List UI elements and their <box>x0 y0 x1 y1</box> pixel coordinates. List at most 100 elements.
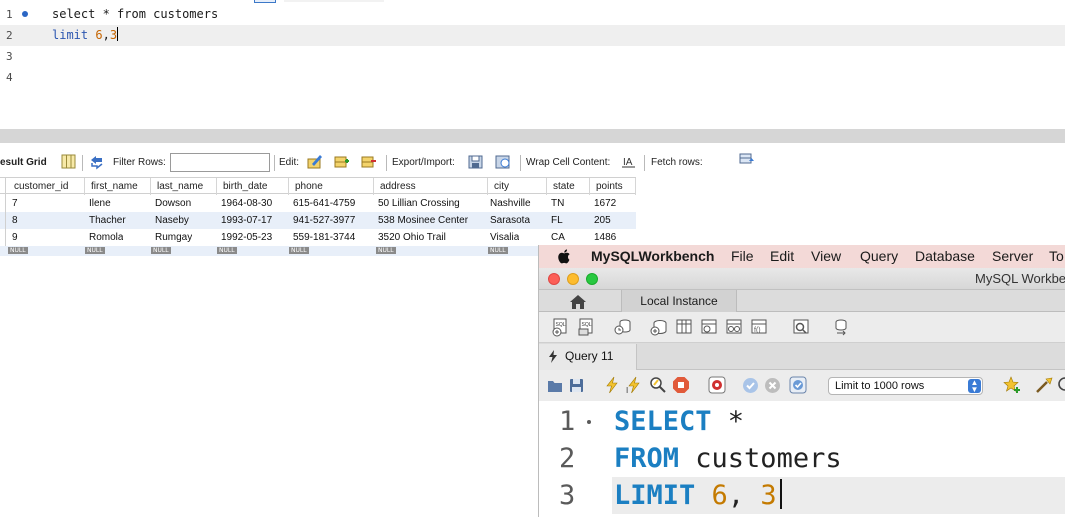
wrap-text-icon[interactable]: IA <box>620 153 637 170</box>
home-icon[interactable] <box>557 292 599 312</box>
create-view-icon[interactable] <box>699 317 719 337</box>
insert-row-icon[interactable] <box>333 153 350 170</box>
table-cell[interactable]: 1964-08-30 <box>217 195 272 212</box>
null-cell[interactable]: NULL <box>6 246 28 256</box>
fetch-next-icon[interactable] <box>738 151 755 168</box>
menu-database[interactable]: Database <box>915 245 975 268</box>
column-header[interactable]: last_name <box>151 178 217 195</box>
table-cell[interactable]: Thacher <box>85 212 126 229</box>
minimize-window-button[interactable] <box>567 273 579 285</box>
result-grid-label[interactable]: esult Grid <box>0 157 47 168</box>
null-cell[interactable]: NULL <box>287 246 309 256</box>
create-table-icon[interactable] <box>674 317 694 337</box>
editor-line-2[interactable]: 2 limit 6,3 <box>0 25 1065 46</box>
null-cell[interactable]: NULL <box>374 246 396 256</box>
table-cell[interactable]: 1993-07-17 <box>217 212 272 229</box>
table-cell[interactable]: 8 <box>8 212 18 229</box>
filter-rows-input[interactable] <box>170 153 270 172</box>
table-cell[interactable]: 615-641-4759 <box>289 195 355 212</box>
export-icon[interactable] <box>467 153 484 170</box>
workbench-editor-line-3[interactable]: 3 LIMIT 6, 3 <box>539 477 1065 514</box>
explain-icon[interactable] <box>649 376 667 394</box>
panel-splitter[interactable] <box>0 129 1065 143</box>
open-folder-icon[interactable] <box>547 378 564 393</box>
table-cell[interactable]: 205 <box>590 212 611 229</box>
close-window-button[interactable] <box>548 273 560 285</box>
open-sql-script-icon[interactable]: SQL <box>577 317 597 337</box>
column-header[interactable]: state <box>547 178 590 195</box>
reconnect-icon[interactable] <box>831 317 851 337</box>
null-cell[interactable]: NULL <box>83 246 105 256</box>
workbench-editor-line-1[interactable]: 1 SELECT * <box>539 403 1065 440</box>
window-title-bar[interactable]: MySQL Workbe <box>539 268 1065 290</box>
table-row[interactable]: 9 Romola Rumgay 1992-05-23 559-181-3744 … <box>0 229 636 246</box>
table-cell[interactable]: 1672 <box>590 195 616 212</box>
menu-server[interactable]: Server <box>992 245 1033 268</box>
table-cell[interactable]: 3520 Ohio Trail <box>374 229 446 246</box>
toggle-stop-on-error-icon[interactable] <box>708 376 726 394</box>
table-cell[interactable]: 50 Lillian Crossing <box>374 195 460 212</box>
stop-icon[interactable] <box>672 376 690 394</box>
table-row[interactable]: 8 Thacher Naseby 1993-07-17 941-527-3977… <box>0 212 636 229</box>
refresh-icon[interactable] <box>88 153 105 170</box>
table-cell[interactable]: 559-181-3744 <box>289 229 355 246</box>
column-header[interactable]: address <box>374 178 488 195</box>
editor-tab-indicator-secondary[interactable] <box>284 0 384 2</box>
autocommit-icon[interactable] <box>789 376 807 394</box>
limit-rows-select[interactable]: Limit to 1000 rows ▲ ▼ <box>828 377 983 395</box>
column-header[interactable]: city <box>488 178 547 195</box>
find-icon[interactable] <box>1057 376 1065 394</box>
table-cell[interactable]: Nashville <box>486 195 531 212</box>
table-cell[interactable]: TN <box>547 195 564 212</box>
edit-row-icon[interactable] <box>306 153 323 170</box>
apple-logo-icon[interactable] <box>558 249 572 264</box>
workbench-editor-line-2[interactable]: 2 FROM customers <box>539 440 1065 477</box>
editor-line-4[interactable]: 4 <box>0 67 1065 88</box>
table-cell[interactable]: CA <box>547 229 565 246</box>
search-table-data-icon[interactable] <box>791 317 811 337</box>
tab-local-instance[interactable]: Local Instance <box>621 290 737 312</box>
table-row[interactable]: 7 Ilene Dowson 1964-08-30 615-641-4759 5… <box>0 195 636 212</box>
column-header[interactable]: customer_id <box>8 178 85 195</box>
menu-edit[interactable]: Edit <box>770 245 794 268</box>
commit-icon[interactable] <box>742 377 759 394</box>
table-cell[interactable]: 1486 <box>590 229 616 246</box>
menu-query[interactable]: Query <box>860 245 898 268</box>
new-sql-tab-icon[interactable]: SQL <box>551 317 571 337</box>
menu-tools[interactable]: To <box>1049 245 1064 268</box>
zoom-window-button[interactable] <box>586 273 598 285</box>
grid-icon[interactable] <box>60 153 77 170</box>
beautify-icon[interactable] <box>1035 376 1053 394</box>
table-cell[interactable]: Sarasota <box>486 212 530 229</box>
import-icon[interactable] <box>494 153 511 170</box>
table-cell[interactable]: Dowson <box>151 195 191 212</box>
table-cell[interactable]: Naseby <box>151 212 189 229</box>
null-cell[interactable]: NULL <box>486 246 508 256</box>
workbench-sql-editor[interactable]: 1 SELECT * 2 FROM customers 3 LIMIT 6, 3 <box>539 401 1065 517</box>
column-header[interactable]: birth_date <box>217 178 289 195</box>
table-cell[interactable]: Romola <box>85 229 123 246</box>
editor-tab-indicator[interactable] <box>254 0 276 3</box>
table-cell[interactable]: 1992-05-23 <box>217 229 272 246</box>
null-cell[interactable]: NULL <box>215 246 237 256</box>
execute-icon[interactable] <box>603 376 621 394</box>
table-cell[interactable]: FL <box>547 212 563 229</box>
create-function-icon[interactable]: f() <box>749 317 769 337</box>
null-cell[interactable]: NULL <box>149 246 171 256</box>
column-header[interactable]: points <box>590 178 636 195</box>
table-cell[interactable]: Visalia <box>486 229 519 246</box>
delete-row-icon[interactable] <box>360 153 377 170</box>
save-icon[interactable] <box>569 378 584 393</box>
table-cell[interactable]: Ilene <box>85 195 111 212</box>
table-cell[interactable]: 941-527-3977 <box>289 212 355 229</box>
menu-app-name[interactable]: MySQLWorkbench <box>591 245 714 268</box>
table-cell[interactable]: 7 <box>8 195 18 212</box>
editor-line-1[interactable]: 1 select * from customers <box>0 4 1065 25</box>
add-snippet-icon[interactable] <box>1003 376 1021 394</box>
sql-editor[interactable]: 1 select * from customers 2 limit 6,3 3 … <box>0 4 1065 129</box>
create-procedure-icon[interactable] <box>724 317 744 337</box>
menu-file[interactable]: File <box>731 245 754 268</box>
table-cell[interactable]: 9 <box>8 229 18 246</box>
inspector-icon[interactable] <box>613 317 633 337</box>
create-schema-icon[interactable] <box>649 317 669 337</box>
